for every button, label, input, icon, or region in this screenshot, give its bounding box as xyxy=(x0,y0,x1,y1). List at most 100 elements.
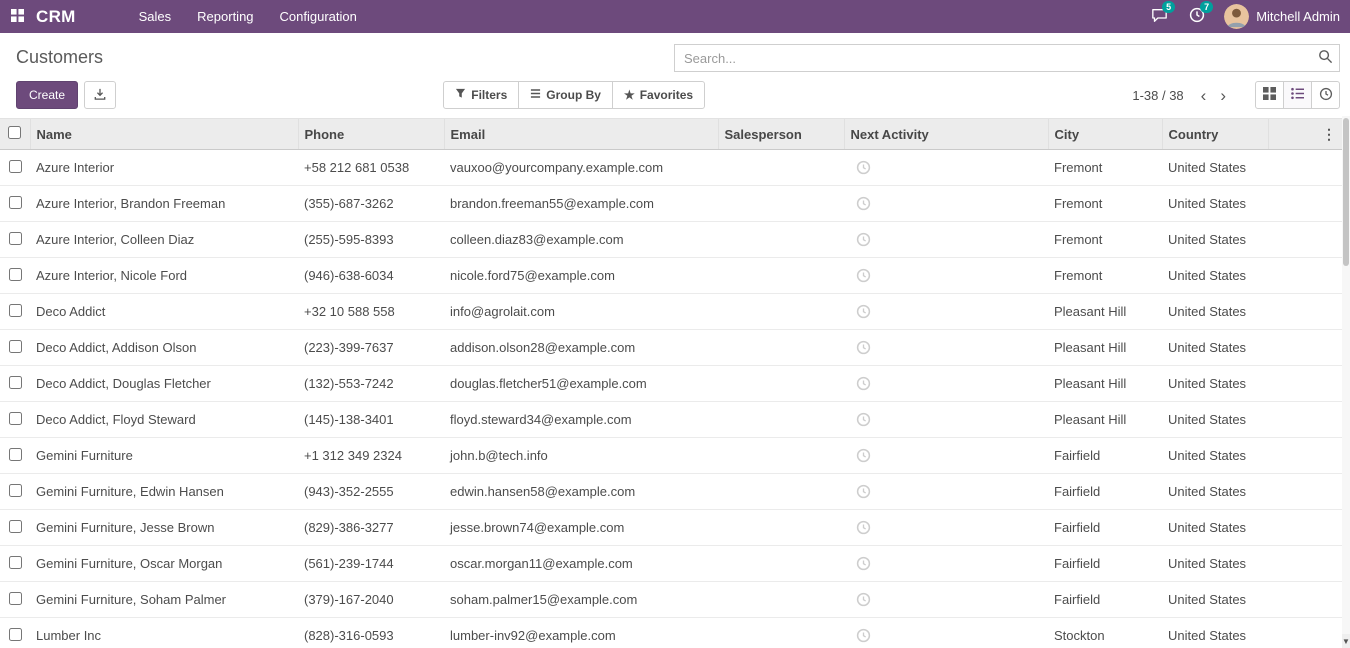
table-row[interactable]: Azure Interior+58 212 681 0538vauxoo@you… xyxy=(0,150,1342,186)
table-row[interactable]: Gemini Furniture+1 312 349 2324john.b@te… xyxy=(0,438,1342,474)
table-row[interactable]: Deco Addict, Addison Olson(223)-399-7637… xyxy=(0,330,1342,366)
cell-country[interactable]: United States xyxy=(1162,546,1268,582)
create-button[interactable]: Create xyxy=(16,81,78,109)
row-checkbox[interactable] xyxy=(9,376,22,389)
table-row[interactable]: Gemini Furniture, Soham Palmer(379)-167-… xyxy=(0,582,1342,618)
cell-phone[interactable]: (943)-352-2555 xyxy=(298,474,444,510)
cell-salesperson[interactable] xyxy=(718,546,844,582)
user-menu[interactable]: Mitchell Admin xyxy=(1216,4,1350,29)
row-checkbox[interactable] xyxy=(9,268,22,281)
cell-country[interactable]: United States xyxy=(1162,258,1268,294)
cell-email[interactable]: lumber-inv92@example.com xyxy=(444,618,718,648)
export-button[interactable] xyxy=(84,81,116,109)
cell-email[interactable]: douglas.fletcher51@example.com xyxy=(444,366,718,402)
cell-salesperson[interactable] xyxy=(718,186,844,222)
select-all-checkbox[interactable] xyxy=(8,126,21,139)
cell-phone[interactable]: (561)-239-1744 xyxy=(298,546,444,582)
cell-country[interactable]: United States xyxy=(1162,222,1268,258)
cell-next-activity[interactable] xyxy=(844,474,1048,510)
activity-view-button[interactable] xyxy=(1311,81,1340,109)
cell-city[interactable]: Pleasant Hill xyxy=(1048,366,1162,402)
cell-name[interactable]: Lumber Inc xyxy=(30,618,298,648)
row-checkbox[interactable] xyxy=(9,520,22,533)
column-header-salesperson[interactable]: Salesperson xyxy=(718,119,844,150)
column-header-name[interactable]: Name xyxy=(30,119,298,150)
cell-name[interactable]: Deco Addict xyxy=(30,294,298,330)
menu-sales[interactable]: Sales xyxy=(126,0,185,33)
cell-city[interactable]: Pleasant Hill xyxy=(1048,330,1162,366)
cell-phone[interactable]: (223)-399-7637 xyxy=(298,330,444,366)
table-row[interactable]: Deco Addict, Floyd Steward(145)-138-3401… xyxy=(0,402,1342,438)
cell-city[interactable]: Pleasant Hill xyxy=(1048,294,1162,330)
cell-next-activity[interactable] xyxy=(844,402,1048,438)
cell-country[interactable]: United States xyxy=(1162,474,1268,510)
table-row[interactable]: Deco Addict, Douglas Fletcher(132)-553-7… xyxy=(0,366,1342,402)
cell-country[interactable]: United States xyxy=(1162,402,1268,438)
cell-city[interactable]: Fremont xyxy=(1048,258,1162,294)
cell-phone[interactable]: (145)-138-3401 xyxy=(298,402,444,438)
cell-phone[interactable]: (355)-687-3262 xyxy=(298,186,444,222)
cell-city[interactable]: Fairfield xyxy=(1048,474,1162,510)
cell-salesperson[interactable] xyxy=(718,366,844,402)
cell-name[interactable]: Deco Addict, Addison Olson xyxy=(30,330,298,366)
cell-next-activity[interactable] xyxy=(844,510,1048,546)
kanban-view-button[interactable] xyxy=(1255,81,1284,109)
favorites-button[interactable]: ★ Favorites xyxy=(612,81,705,109)
cell-salesperson[interactable] xyxy=(718,582,844,618)
cell-country[interactable]: United States xyxy=(1162,618,1268,648)
scroll-down-arrow[interactable]: ▼ xyxy=(1342,634,1350,648)
row-checkbox[interactable] xyxy=(9,412,22,425)
cell-city[interactable]: Fremont xyxy=(1048,222,1162,258)
cell-phone[interactable]: +58 212 681 0538 xyxy=(298,150,444,186)
row-checkbox[interactable] xyxy=(9,196,22,209)
activities-button[interactable]: 7 xyxy=(1178,0,1216,33)
cell-phone[interactable]: (828)-316-0593 xyxy=(298,618,444,648)
cell-country[interactable]: United States xyxy=(1162,582,1268,618)
pager-previous-button[interactable]: ‹ xyxy=(1194,87,1214,104)
cell-email[interactable]: jesse.brown74@example.com xyxy=(444,510,718,546)
cell-salesperson[interactable] xyxy=(718,150,844,186)
table-row[interactable]: Azure Interior, Nicole Ford(946)-638-603… xyxy=(0,258,1342,294)
cell-email[interactable]: vauxoo@yourcompany.example.com xyxy=(444,150,718,186)
cell-next-activity[interactable] xyxy=(844,582,1048,618)
cell-salesperson[interactable] xyxy=(718,222,844,258)
cell-name[interactable]: Gemini Furniture xyxy=(30,438,298,474)
cell-next-activity[interactable] xyxy=(844,258,1048,294)
table-row[interactable]: Deco Addict+32 10 588 558info@agrolait.c… xyxy=(0,294,1342,330)
cell-country[interactable]: United States xyxy=(1162,510,1268,546)
row-checkbox[interactable] xyxy=(9,304,22,317)
cell-next-activity[interactable] xyxy=(844,222,1048,258)
search-input[interactable] xyxy=(675,51,1311,66)
cell-phone[interactable]: +32 10 588 558 xyxy=(298,294,444,330)
cell-city[interactable]: Fremont xyxy=(1048,150,1162,186)
cell-name[interactable]: Deco Addict, Douglas Fletcher xyxy=(30,366,298,402)
row-checkbox[interactable] xyxy=(9,484,22,497)
column-header-phone[interactable]: Phone xyxy=(298,119,444,150)
cell-salesperson[interactable] xyxy=(718,618,844,648)
table-row[interactable]: Azure Interior, Colleen Diaz(255)-595-83… xyxy=(0,222,1342,258)
cell-phone[interactable]: (255)-595-8393 xyxy=(298,222,444,258)
filters-button[interactable]: Filters xyxy=(443,81,519,109)
cell-email[interactable]: colleen.diaz83@example.com xyxy=(444,222,718,258)
cell-country[interactable]: United States xyxy=(1162,366,1268,402)
cell-country[interactable]: United States xyxy=(1162,330,1268,366)
cell-next-activity[interactable] xyxy=(844,366,1048,402)
cell-email[interactable]: addison.olson28@example.com xyxy=(444,330,718,366)
app-title[interactable]: CRM xyxy=(34,7,90,27)
cell-name[interactable]: Gemini Furniture, Oscar Morgan xyxy=(30,546,298,582)
cell-next-activity[interactable] xyxy=(844,438,1048,474)
cell-country[interactable]: United States xyxy=(1162,294,1268,330)
cell-name[interactable]: Gemini Furniture, Soham Palmer xyxy=(30,582,298,618)
cell-name[interactable]: Azure Interior, Colleen Diaz xyxy=(30,222,298,258)
cell-email[interactable]: brandon.freeman55@example.com xyxy=(444,186,718,222)
cell-name[interactable]: Gemini Furniture, Jesse Brown xyxy=(30,510,298,546)
column-header-next-activity[interactable]: Next Activity xyxy=(844,119,1048,150)
cell-salesperson[interactable] xyxy=(718,294,844,330)
cell-city[interactable]: Fairfield xyxy=(1048,582,1162,618)
table-row[interactable]: Lumber Inc(828)-316-0593lumber-inv92@exa… xyxy=(0,618,1342,648)
cell-city[interactable]: Fairfield xyxy=(1048,438,1162,474)
cell-email[interactable]: nicole.ford75@example.com xyxy=(444,258,718,294)
table-row[interactable]: Gemini Furniture, Jesse Brown(829)-386-3… xyxy=(0,510,1342,546)
row-checkbox[interactable] xyxy=(9,592,22,605)
cell-country[interactable]: United States xyxy=(1162,438,1268,474)
